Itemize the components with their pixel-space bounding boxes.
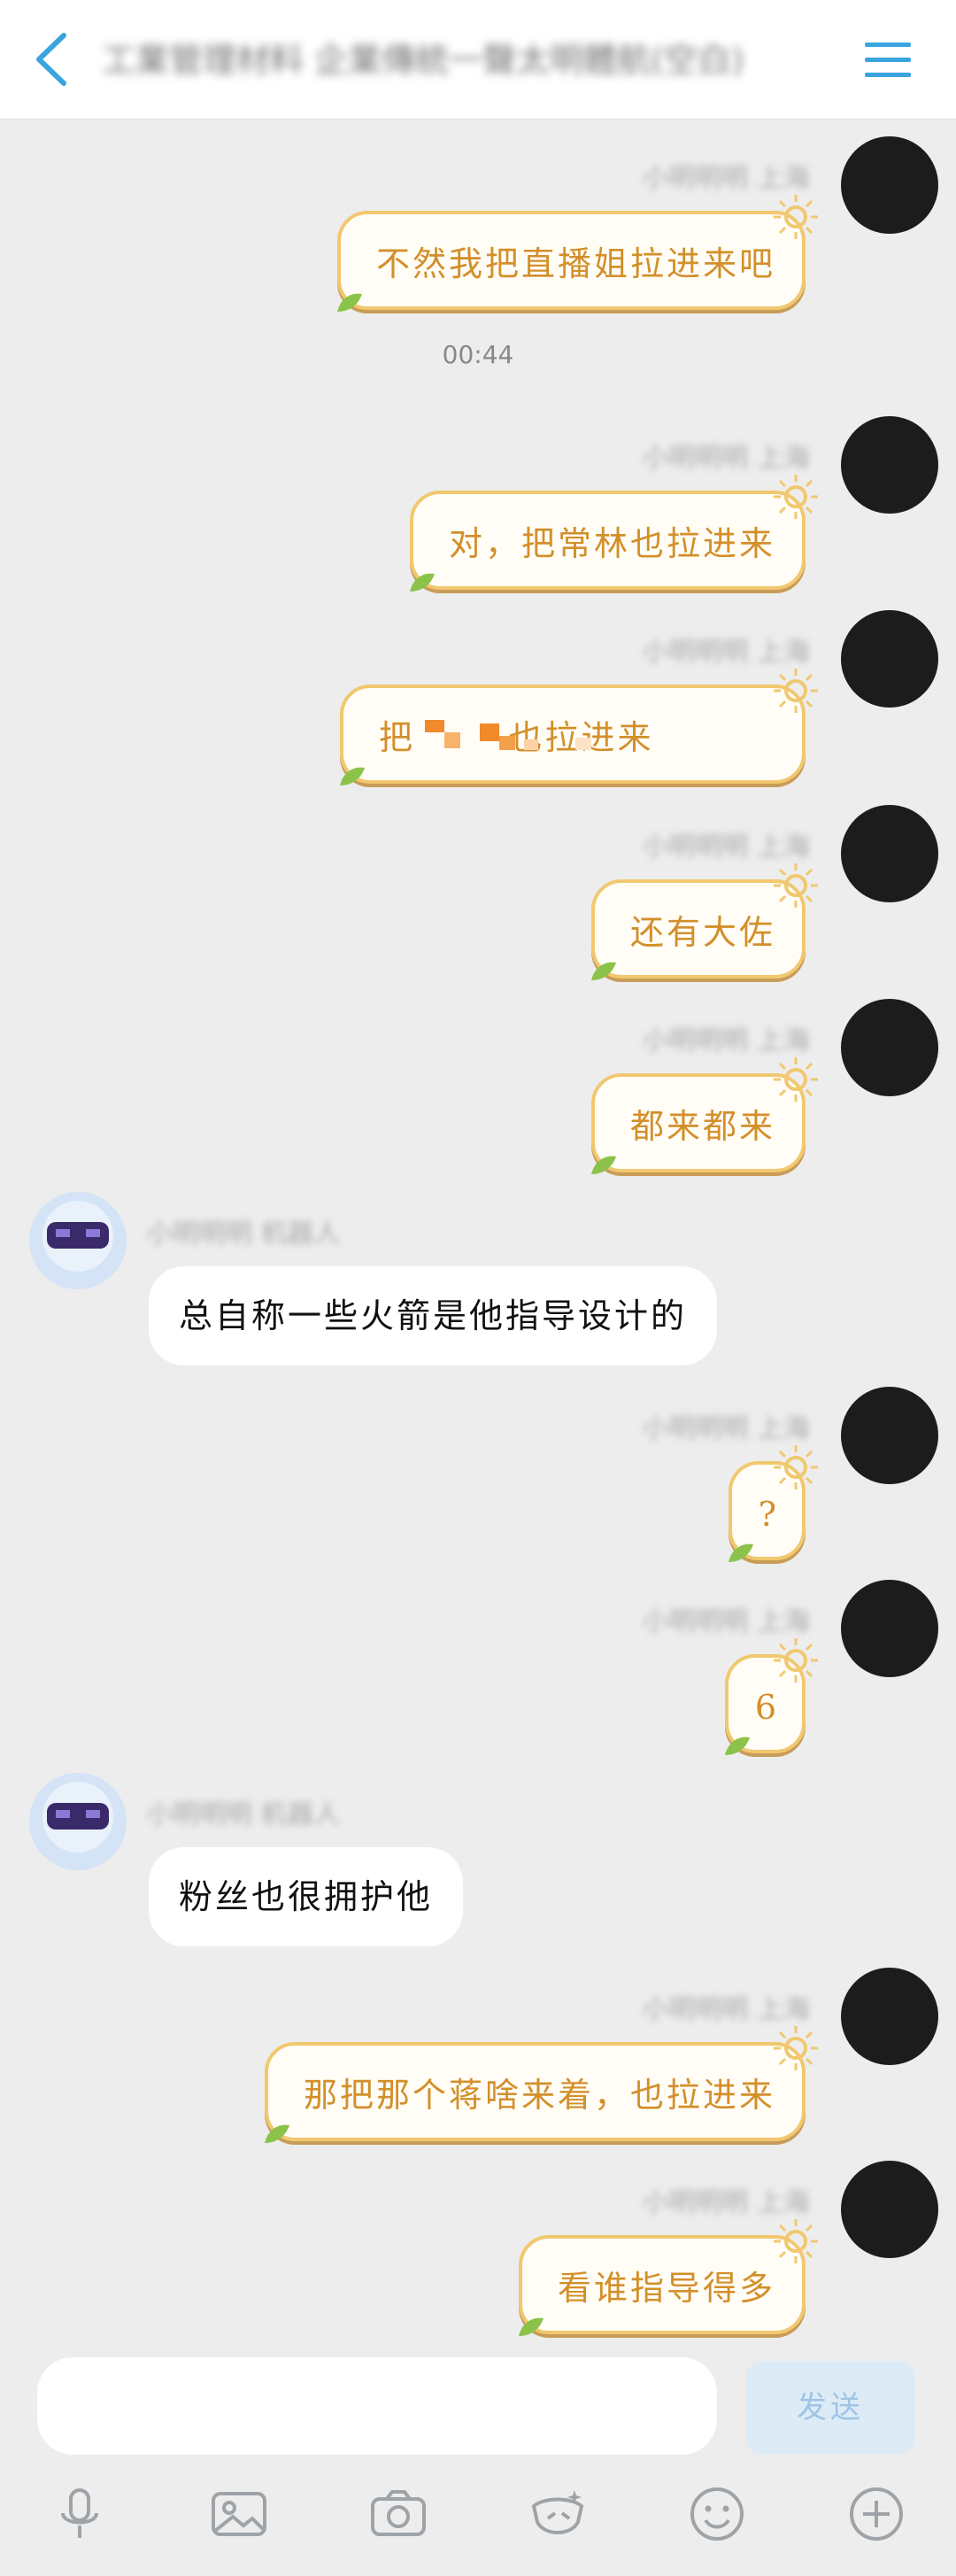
menu-icon[interactable]	[863, 37, 913, 81]
message-bubble[interactable]: 还有大佐	[590, 863, 818, 980]
leaf-icon	[409, 573, 435, 592]
avatar[interactable]	[841, 805, 938, 902]
redaction-mosaic	[425, 720, 611, 755]
avatar[interactable]	[841, 999, 938, 1096]
emoji-icon[interactable]	[686, 2483, 748, 2545]
composer-bar: 发送	[0, 2350, 956, 2576]
plus-icon[interactable]	[845, 2483, 907, 2545]
avatar[interactable]	[841, 416, 938, 514]
sun-icon	[774, 475, 818, 519]
message-text: 粉丝也很拥护他	[179, 1877, 434, 1916]
chat-header: 工業管理材料 企業傳統一聲太明體航(空白)	[0, 0, 956, 120]
message-list: 小明明明 上海 不然我把直播姐拉进来吧 00:44 小明明明 上海 对，把常林也…	[0, 119, 956, 2350]
leaf-icon	[590, 1156, 616, 1174]
back-chevron-icon[interactable]	[27, 28, 80, 90]
leaf-icon	[728, 1543, 753, 1562]
message-text: 都来都来	[629, 1107, 775, 1146]
sun-icon	[774, 669, 818, 713]
message-bubble[interactable]: 把 也拉进来	[340, 669, 818, 785]
leaf-icon	[590, 962, 616, 980]
message-text: 总自称一些火箭是他指导设计的	[179, 1296, 688, 1335]
message-bubble[interactable]: 看谁指导得多	[518, 2219, 818, 2336]
message-bubble[interactable]: 那把那个蒋啥来着，也拉进来	[264, 2026, 818, 2143]
sun-icon	[774, 1445, 818, 1489]
message-bubble[interactable]: 不然我把直播姐拉进来吧	[336, 195, 818, 312]
sun-icon	[774, 2219, 818, 2263]
avatar[interactable]	[841, 2161, 938, 2258]
leaf-icon	[340, 767, 365, 785]
sender-name: 小明明明 上海	[642, 163, 810, 194]
sender-name: 小明明明 机器人	[146, 1799, 341, 1830]
message-bubble[interactable]: 总自称一些火箭是他指导设计的	[149, 1266, 718, 1365]
message-bubble[interactable]: 都来都来	[590, 1057, 818, 1174]
leaf-icon	[518, 2317, 544, 2336]
sun-icon	[774, 1057, 818, 1102]
time-divider: 00:44	[442, 340, 514, 369]
avatar[interactable]	[841, 136, 938, 234]
sender-name: 小明明明 上海	[642, 832, 810, 863]
message-text: 还有大佐	[629, 913, 775, 952]
sender-name: 小明明明 机器人	[146, 1218, 341, 1249]
avatar[interactable]	[841, 1968, 938, 2065]
avatar[interactable]	[841, 1387, 938, 1484]
avatar[interactable]	[29, 1192, 127, 1289]
message-text: ?	[758, 1495, 779, 1534]
avatar[interactable]	[29, 1773, 127, 1870]
sender-name: 小明明明 上海	[642, 1413, 810, 1444]
message-input[interactable]	[37, 2357, 717, 2455]
message-bubble[interactable]: 对，把常林也拉进来	[409, 475, 818, 592]
camera-icon[interactable]	[367, 2483, 429, 2545]
sun-icon	[774, 195, 818, 239]
message-text: 看谁指导得多	[557, 2269, 775, 2308]
chat-title: 工業管理材料 企業傳統一聲太明體航(空白)	[102, 41, 744, 80]
sun-icon	[774, 863, 818, 908]
sun-icon	[774, 1638, 818, 1683]
message-bubble[interactable]: ?	[728, 1445, 818, 1562]
sender-name: 小明明明 上海	[642, 443, 810, 474]
avatar[interactable]	[841, 610, 938, 708]
leaf-icon	[724, 1737, 750, 1755]
leaf-icon	[336, 293, 362, 312]
message-bubble[interactable]: 粉丝也很拥护他	[149, 1847, 464, 1946]
message-text: 不然我把直播姐拉进来吧	[375, 244, 775, 283]
sender-name: 小明明明 上海	[642, 2187, 810, 2218]
image-icon[interactable]	[208, 2483, 270, 2545]
message-bubble[interactable]: 6	[724, 1638, 818, 1755]
message-text: 对，把常林也拉进来	[448, 524, 775, 563]
sender-name: 小明明明 上海	[642, 637, 810, 668]
send-button[interactable]: 发送	[745, 2361, 915, 2455]
sender-name: 小明明明 上海	[642, 1994, 810, 2025]
message-text: 6	[754, 1688, 779, 1727]
avatar[interactable]	[841, 1580, 938, 1677]
sun-icon	[774, 2026, 818, 2070]
message-text: 那把那个蒋啥来着，也拉进来	[303, 2076, 775, 2115]
sender-name: 小明明明 上海	[642, 1606, 810, 1637]
leaf-icon	[264, 2124, 289, 2143]
microphone-icon[interactable]	[49, 2483, 111, 2545]
sender-name: 小明明明 上海	[642, 1025, 810, 1056]
sticker-icon[interactable]	[527, 2483, 589, 2545]
